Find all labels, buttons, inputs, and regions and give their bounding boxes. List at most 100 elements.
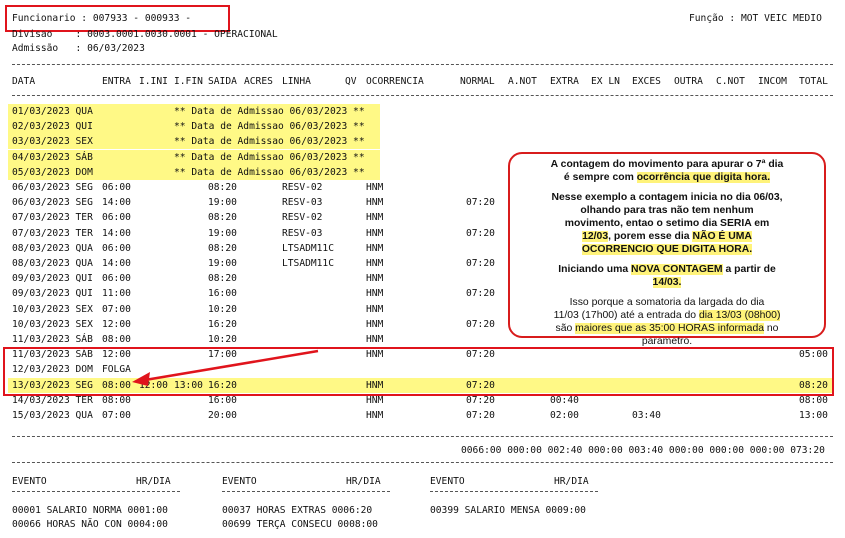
divisao-label: Divisao : 0003.0001.0030.0001 - OPERACIO…: [12, 29, 278, 40]
row-saida: 16:00: [208, 394, 237, 406]
row-ocorrencia: HNM: [366, 288, 384, 300]
row-normal: 07:20: [466, 318, 495, 330]
row-normal: 07:20: [466, 288, 495, 300]
table-row: 04/03/2023 SÁB ** Data de Admissao 06/03/…: [8, 149, 380, 165]
row-saida: 19:00: [208, 258, 237, 269]
row-total: 08:00: [799, 394, 828, 406]
callout-text: olhando para tras não tem nenhum: [580, 205, 754, 216]
row-exces: 03:40: [632, 410, 661, 421]
col-ex-ln: EX LN: [591, 76, 620, 87]
row-linha: RESV-03: [282, 227, 323, 239]
row-date: 03/03/2023 SEX: [12, 136, 93, 148]
row-ocorrencia: HNM: [366, 334, 384, 345]
callout-text: movimento, entao o setimo dia SERIA em: [564, 218, 770, 229]
divider: [222, 491, 390, 492]
row-date: 07/03/2023 TER: [12, 227, 93, 239]
divider: [430, 491, 598, 492]
col-outra: OUTRA: [674, 76, 703, 87]
event-header: HR/DIA: [346, 476, 381, 487]
table-row: 15/03/2023 QUA 07:00 20:00 HNM 07:20 02:00 03:…: [0, 408, 845, 423]
callout-highlight: dia 13/03 (08h00): [698, 310, 781, 321]
col-a-not: A.NOT: [508, 76, 537, 87]
event-item: 00037 HORAS EXTRAS 0006:20: [222, 505, 373, 516]
row-date: 09/03/2023 QUI: [12, 273, 93, 285]
divider: [12, 436, 833, 437]
callout-text: são: [555, 323, 576, 334]
row-ocorrencia: HNM: [366, 242, 384, 254]
event-item: 00066 HORAS NÃO CON 0004:00: [12, 519, 168, 530]
explanation-callout: A contagem do movimento para apurar o 7ª…: [508, 152, 826, 347]
col-entra: ENTRA: [102, 76, 131, 87]
row-linha: RESV-02: [282, 182, 323, 193]
event-item: 00001 SALARIO NORMA 0001:00: [12, 505, 168, 516]
row-entra: 07:00: [102, 410, 131, 421]
row-entra: 14:00: [102, 197, 131, 209]
col-exces: EXCES: [632, 76, 661, 87]
row-entra: 06:00: [102, 273, 131, 285]
row-ocorrencia: HNM: [366, 273, 384, 285]
row-saida: 10:20: [208, 303, 237, 315]
col-i-ini: I.INI: [139, 76, 168, 87]
callout-text: no: [764, 323, 779, 334]
highlight-box: [3, 347, 834, 396]
row-date: 07/03/2023 TER: [12, 212, 93, 224]
row-entra: 06:00: [102, 242, 131, 254]
row-date: 10/03/2023 SEX: [12, 303, 93, 315]
callout-highlight: OCORRENCIO QUE DIGITA HORA.: [581, 244, 753, 255]
row-date: 11/03/2023 SÁB: [12, 334, 93, 345]
row-entra: 08:00: [102, 394, 131, 406]
col-linha: LINHA: [282, 76, 311, 87]
callout-highlight: 14/03.: [652, 277, 682, 288]
row-entra: 12:00: [102, 318, 131, 330]
row-note: ** Data de Admissao 06/03/2023 **: [174, 121, 365, 133]
col-i-fin: I.FIN: [174, 76, 203, 87]
row-entra: 07:00: [102, 303, 131, 315]
row-entra: 08:00: [102, 334, 131, 345]
row-entra: 06:00: [102, 182, 131, 193]
callout-text: é sempre com: [563, 172, 637, 183]
row-ocorrencia: HNM: [366, 303, 384, 315]
event-item: 00399 SALARIO MENSA 0009:00: [430, 505, 586, 516]
row-extra: 00:40: [550, 394, 579, 406]
callout-highlight: NÃO É UMA: [692, 231, 752, 242]
row-note: ** Data de Admissao 06/03/2023 **: [174, 166, 365, 178]
row-linha: RESV-02: [282, 212, 323, 224]
callout-highlight: NOVA CONTAGEM: [631, 264, 723, 275]
row-date: 06/03/2023 SEG: [12, 197, 93, 209]
table-row: 01/03/2023 QUA ** Data de Admissao 06/03/…: [8, 104, 380, 119]
event-header: EVENTO: [222, 476, 257, 487]
row-entra: 06:00: [102, 212, 131, 224]
row-date: 08/03/2023 QUA: [12, 258, 93, 269]
event-header: HR/DIA: [554, 476, 589, 487]
divider: [12, 64, 833, 65]
callout-text: Nesse exemplo a contagem inicia no dia 0…: [551, 192, 783, 203]
row-date: 05/03/2023 DOM: [12, 166, 93, 178]
callout-highlight: 12/03: [582, 231, 609, 242]
row-saida: 16:00: [208, 288, 237, 300]
row-ocorrencia: HNM: [366, 318, 384, 330]
row-ocorrencia: HNM: [366, 182, 384, 193]
col-ocorrencia: OCORRENCIA: [366, 76, 424, 87]
row-saida: 08:20: [208, 212, 237, 224]
callout-text: , porem esse dia: [608, 231, 693, 242]
col-incom: INCOM: [758, 76, 787, 87]
col-saida: SAIDA: [208, 76, 237, 87]
col-extra: EXTRA: [550, 76, 579, 87]
row-saida: 10:20: [208, 334, 237, 345]
row-note: ** Data de Admissao 06/03/2023 **: [174, 106, 365, 117]
callout-text: 11/03 (17h00) até a entrada do: [553, 310, 699, 321]
col-total: TOTAL: [799, 76, 828, 87]
row-linha: RESV-03: [282, 197, 323, 209]
totals-row: 0066:00 000:00 002:40 000:00 003:40 000:…: [461, 445, 825, 456]
row-saida: 19:00: [208, 227, 237, 239]
row-saida: 19:00: [208, 197, 237, 209]
row-normal: 07:20: [466, 227, 495, 239]
row-ocorrencia: HNM: [366, 212, 384, 224]
divider: [12, 462, 833, 463]
row-entra: 11:00: [102, 288, 131, 300]
row-note: ** Data de Admissao 06/03/2023 **: [174, 136, 365, 148]
row-date: 08/03/2023 QUA: [12, 242, 93, 254]
funcionario-label: Funcionario : 007933 - 000933 -: [12, 13, 192, 24]
admissao-label: Admissão : 06/03/2023: [12, 43, 145, 54]
callout-highlight: ocorrência que digita hora.: [636, 172, 771, 183]
